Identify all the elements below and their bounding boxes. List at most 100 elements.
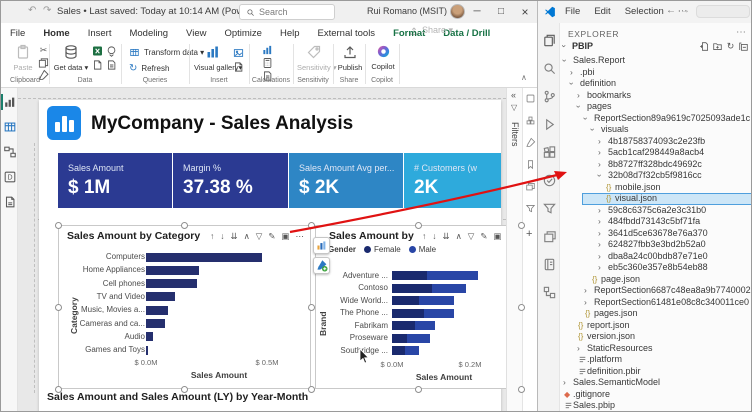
run-debug-icon[interactable] <box>542 117 557 132</box>
bar[interactable] <box>146 332 153 341</box>
collapse-ribbon-icon[interactable]: ∧ <box>521 73 527 82</box>
chevron-right-icon[interactable]: › <box>598 216 601 227</box>
bar[interactable] <box>146 292 175 301</box>
search-input[interactable]: Search <box>239 4 335 20</box>
visualizations-pane-icon[interactable] <box>525 93 536 104</box>
bar-segment-female[interactable] <box>392 346 405 355</box>
model-view-icon[interactable] <box>3 144 17 160</box>
filter-icon[interactable] <box>542 201 557 216</box>
chevron-right-icon[interactable]: › <box>598 159 601 170</box>
tree-item-dba8a24c00bdb87e71e0[interactable]: ›dba8a24c00bdb87e71e0 <box>560 251 752 263</box>
chevron-right-icon[interactable]: › <box>598 228 601 239</box>
references-icon[interactable] <box>542 285 557 300</box>
report-page-title[interactable]: MyCompany - Sales Analysis <box>91 113 353 135</box>
source-control-icon[interactable] <box>542 89 557 104</box>
tree-item-bookmarks[interactable]: ›bookmarks <box>560 90 752 102</box>
format-pane-icon[interactable] <box>525 137 536 148</box>
chevron-right-icon[interactable]: › <box>584 285 587 296</box>
kpi-card[interactable]: Sales Amount$ 1M <box>58 153 172 208</box>
tree-item-reportsection89a9619c7025093ade1c[interactable]: ›ReportSection89a9619c7025093ade1c <box>560 113 752 125</box>
shapes-icon[interactable] <box>232 61 245 73</box>
tree-item-visual-json[interactable]: {}visual.json <box>560 193 752 205</box>
bar-segment-female[interactable] <box>392 284 432 293</box>
bar[interactable] <box>146 266 199 275</box>
chevron-down-icon[interactable]: › <box>594 174 605 177</box>
bar-segment-male[interactable] <box>415 321 435 330</box>
selection-handle[interactable] <box>308 222 315 229</box>
visual-sales-by-category[interactable]: Sales Amount by Category ↑↓⇊∧▽✎▣⋯ Comput… <box>58 225 311 389</box>
kpi-card[interactable]: Margin %37.38 % <box>173 153 288 208</box>
tree-item--pbi[interactable]: ›.pbi <box>560 67 752 79</box>
minimize-button[interactable]: ─ <box>465 1 489 23</box>
visual-sales-by-brand[interactable]: Sales Amount by ↑↓⇊∧▽✎▣⋯ GenderFemaleMal… <box>315 225 521 389</box>
report-canvas[interactable]: MyCompany - Sales Analysis Sales Amount$… <box>18 88 506 412</box>
selection-handle[interactable] <box>518 304 525 311</box>
bar[interactable] <box>146 306 168 315</box>
chevron-right-icon[interactable]: › <box>570 67 573 78</box>
selection-handle[interactable] <box>518 386 525 393</box>
tree-item-page-json[interactable]: {}page.json <box>560 274 752 286</box>
chevron-right-icon[interactable]: › <box>584 297 587 308</box>
excel-workbook-icon[interactable] <box>91 45 104 57</box>
explorer-more-icon[interactable]: ⋯ <box>736 27 746 38</box>
image-icon[interactable] <box>232 47 245 59</box>
bar-segment-male[interactable] <box>407 334 430 343</box>
vscode-menu-file[interactable]: File <box>558 1 587 23</box>
selection-handle[interactable] <box>181 386 188 393</box>
selection-handle[interactable] <box>55 304 62 311</box>
chevron-right-icon[interactable]: › <box>598 251 601 262</box>
close-button[interactable]: × <box>513 1 537 23</box>
tree-item-definition-pbir[interactable]: definition.pbir <box>560 366 752 378</box>
tree-item-pages[interactable]: ›pages <box>560 101 752 113</box>
selection-handle[interactable] <box>415 386 422 393</box>
bar-segment-female[interactable] <box>392 334 407 343</box>
chevron-right-icon[interactable]: › <box>598 136 601 147</box>
tree-item-definition[interactable]: ›definition <box>560 78 752 90</box>
bar-segment-male[interactable] <box>419 296 455 305</box>
bar[interactable] <box>146 279 197 288</box>
chevron-right-icon[interactable]: › <box>577 90 580 101</box>
tree-item-visuals[interactable]: ›visuals <box>560 124 752 136</box>
bar-segment-male[interactable] <box>432 284 466 293</box>
bar-segment-female[interactable] <box>392 309 424 318</box>
chevron-right-icon[interactable]: › <box>598 262 601 273</box>
tree-item-report-json[interactable]: {}report.json <box>560 320 752 332</box>
on-object-add-visual-button[interactable] <box>313 237 330 254</box>
selection-pane-icon[interactable] <box>525 181 536 192</box>
selection-handle[interactable] <box>415 222 422 229</box>
chevron-right-icon[interactable]: › <box>598 147 601 158</box>
chevron-right-icon[interactable]: › <box>598 239 601 250</box>
undo-icon[interactable]: ↶ <box>28 5 36 16</box>
vscode-menu-selection[interactable]: Selection <box>618 1 671 23</box>
chevron-right-icon[interactable]: › <box>577 343 580 354</box>
tmdl-view-icon[interactable] <box>3 194 17 210</box>
bar-segment-female[interactable] <box>392 296 419 305</box>
workspace-root-row[interactable]: › PBIP ↻ <box>560 40 752 53</box>
new-measure-icon[interactable] <box>261 44 274 56</box>
report-page[interactable]: MyCompany - Sales Analysis Sales Amount$… <box>39 100 501 412</box>
refresh-explorer-icon[interactable]: ↻ <box>725 41 736 52</box>
tree-item-sales-pbip[interactable]: Sales.pbip <box>560 400 752 412</box>
onelake-hub-icon[interactable] <box>105 45 118 57</box>
tree-item-sales-semanticmodel[interactable]: ›Sales.SemanticModel <box>560 377 752 389</box>
chevron-down-icon[interactable]: › <box>580 117 591 120</box>
sensitivity-button[interactable]: Sensitivity ▾ <box>297 44 331 72</box>
kpi-card[interactable]: Sales Amount Avg per...$ 2K <box>289 153 403 208</box>
report-view-icon[interactable] <box>3 94 17 110</box>
extensions-icon[interactable] <box>542 145 557 160</box>
bar-segment-male[interactable] <box>427 271 478 280</box>
bar-segment-female[interactable] <box>392 321 415 330</box>
user-account-label[interactable]: Rui Romano (MSIT) <box>367 6 447 16</box>
bar-chart[interactable]: ComputersHome AppliancesCell phonesTV an… <box>59 226 312 390</box>
tree-item-32b08d7f32cb5f9816cc[interactable]: ›32b08d7f32cb5f9816cc <box>560 170 752 182</box>
new-folder-icon[interactable] <box>712 41 723 52</box>
transform-data-button[interactable]: Transform data ▾ <box>129 47 204 58</box>
avatar[interactable] <box>450 4 465 19</box>
chevron-right-icon[interactable]: › <box>563 377 566 388</box>
bar-segment-male[interactable] <box>424 309 455 318</box>
stacked-bar-chart[interactable]: Adventure ...ContosoWide World...The Pho… <box>316 226 522 390</box>
testing-icon[interactable] <box>542 173 557 188</box>
tree-item-624827fbb3e3bd2b52a0[interactable]: ›624827fbb3e3bd2b52a0 <box>560 239 752 251</box>
chevron-down-icon[interactable]: › <box>559 59 570 62</box>
bookmarks-pane-icon[interactable] <box>525 159 536 170</box>
